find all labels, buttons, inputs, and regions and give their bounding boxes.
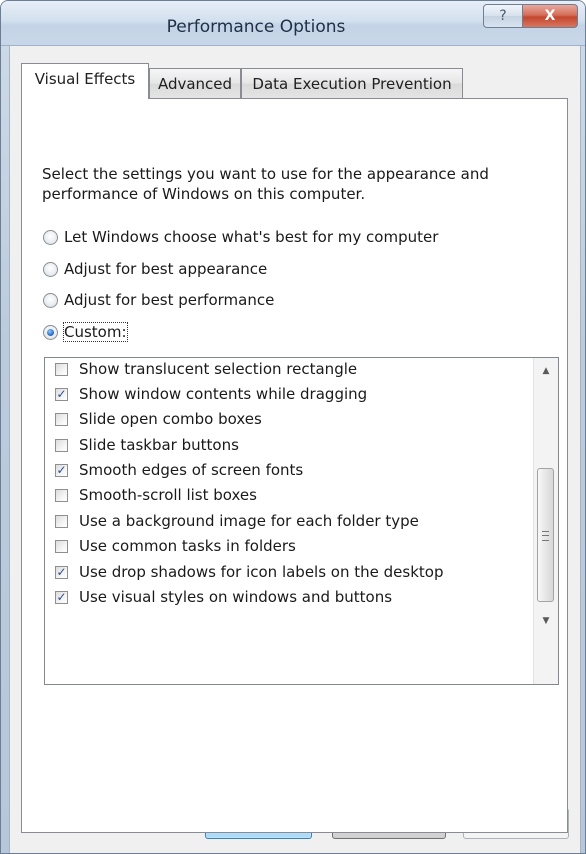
close-icon: X: [544, 8, 556, 24]
close-button[interactable]: X: [522, 4, 578, 28]
effects-items: Show translucent selection rectangle ✓ S…: [45, 358, 535, 684]
performance-options-window: Performance Options ? X Visual Effects A…: [0, 0, 586, 854]
effect-label: Smooth edges of screen fonts: [79, 461, 304, 479]
checkbox-unchecked[interactable]: [55, 412, 68, 426]
radio-button-indicator-selected: [43, 324, 58, 340]
effect-label: Slide open combo boxes: [79, 410, 262, 428]
checkbox-unchecked[interactable]: [55, 514, 68, 528]
effect-item-translucent-selection[interactable]: Show translucent selection rectangle: [55, 358, 357, 380]
checkbox-unchecked[interactable]: [55, 488, 68, 502]
window-title: Performance Options: [166, 17, 346, 37]
checkbox-checked[interactable]: ✓: [55, 565, 68, 579]
radio-button-indicator: [43, 261, 58, 277]
thumb-grip-icon: [542, 531, 549, 541]
checkbox-unchecked[interactable]: [55, 438, 68, 452]
radio-button-indicator: [43, 229, 58, 245]
dialog-client-area: Visual Effects Advanced Data Execution P…: [9, 46, 581, 853]
effect-item-common-tasks-folders[interactable]: Use common tasks in folders: [55, 535, 296, 557]
visual-effects-panel: Select the settings you want to use for …: [21, 98, 568, 833]
effect-item-visual-styles[interactable]: ✓ Use visual styles on windows and butto…: [55, 586, 392, 608]
checkbox-unchecked[interactable]: [55, 362, 68, 376]
effect-item-smooth-scroll-list[interactable]: Smooth-scroll list boxes: [55, 484, 257, 506]
effect-item-folder-background-image[interactable]: Use a background image for each folder t…: [55, 510, 419, 532]
radio-let-windows-choose[interactable]: Let Windows choose what's best for my co…: [43, 226, 438, 248]
effect-label: Show translucent selection rectangle: [79, 360, 358, 378]
scrollbar-thumb[interactable]: [537, 468, 554, 602]
tab-visual-effects[interactable]: Visual Effects: [21, 63, 149, 99]
help-icon: ?: [499, 8, 507, 24]
effect-label: Use a background image for each folder t…: [79, 512, 419, 530]
checkbox-checked[interactable]: ✓: [55, 463, 68, 477]
effect-label: Use drop shadows for icon labels on the …: [79, 563, 444, 581]
radio-button-indicator: [43, 292, 58, 308]
radio-best-performance[interactable]: Adjust for best performance: [43, 289, 274, 311]
effect-label: Smooth-scroll list boxes: [79, 486, 257, 504]
effect-item-slide-taskbar-buttons[interactable]: Slide taskbar buttons: [55, 434, 239, 456]
effect-label: Use visual styles on windows and buttons: [79, 588, 393, 606]
radio-custom[interactable]: Custom:: [43, 321, 128, 343]
tab-advanced[interactable]: Advanced: [149, 68, 241, 98]
effect-item-window-contents-dragging[interactable]: ✓ Show window contents while dragging: [55, 383, 367, 405]
radio-label: Adjust for best appearance: [64, 260, 268, 278]
help-button[interactable]: ?: [483, 4, 523, 28]
scroll-up-arrow-icon[interactable]: ▲: [534, 360, 558, 382]
scroll-down-arrow-icon[interactable]: ▼: [534, 610, 558, 632]
radio-best-appearance[interactable]: Adjust for best appearance: [43, 258, 267, 280]
effect-item-icon-label-shadows[interactable]: ✓ Use drop shadows for icon labels on th…: [55, 561, 443, 583]
radio-label: Let Windows choose what's best for my co…: [64, 228, 439, 246]
checkbox-unchecked[interactable]: [55, 539, 68, 553]
effect-label: Use common tasks in folders: [79, 537, 296, 555]
list-scrollbar[interactable]: ▲ ▼: [533, 358, 558, 684]
title-bar[interactable]: Performance Options ? X: [1, 1, 585, 46]
visual-effects-list[interactable]: Show translucent selection rectangle ✓ S…: [44, 357, 559, 685]
checkbox-checked[interactable]: ✓: [55, 387, 68, 401]
effect-item-slide-combo-boxes[interactable]: Slide open combo boxes: [55, 408, 262, 430]
radio-label: Adjust for best performance: [64, 291, 275, 309]
effect-label: Slide taskbar buttons: [79, 436, 239, 454]
effect-label: Show window contents while dragging: [79, 385, 368, 403]
checkbox-checked[interactable]: ✓: [55, 590, 68, 604]
tab-data-execution-prevention[interactable]: Data Execution Prevention: [241, 68, 463, 98]
settings-description: Select the settings you want to use for …: [42, 165, 489, 203]
radio-label: Custom:: [63, 322, 128, 342]
effect-item-smooth-font-edges[interactable]: ✓ Smooth edges of screen fonts: [55, 459, 303, 481]
